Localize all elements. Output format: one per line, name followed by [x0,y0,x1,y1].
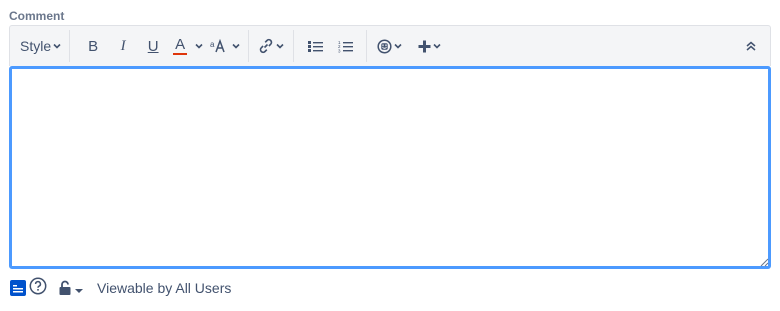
chevron-down-icon [195,43,203,49]
text-effects-icon: a [210,39,225,53]
emoji-button[interactable] [373,32,405,60]
unlock-icon [59,280,71,295]
svg-text:a: a [210,40,215,49]
more-formatting-button[interactable]: a [208,32,242,60]
italic-label: I [120,37,126,54]
link-button[interactable] [255,32,287,60]
plus-icon [418,40,431,52]
visibility-dropdown[interactable] [59,280,83,296]
resize-handle-icon[interactable] [759,257,769,267]
underline-label: U [147,37,159,55]
editor-toolbar: Style B I U A a 1 2 3 [9,25,771,66]
numbered-list-icon: 1 2 3 [338,40,353,53]
link-icon [259,38,273,54]
text-mode-icon [13,285,23,293]
comment-textarea[interactable] [9,66,771,269]
chevron-down-icon [232,43,240,49]
text-color-icon: A [173,36,188,55]
numbered-list-button[interactable]: 1 2 3 [330,32,360,60]
emoji-icon [377,38,392,54]
chevron-down-icon [433,43,441,49]
bold-label: B [88,37,99,55]
style-dropdown[interactable]: Style [14,32,65,60]
bullet-list-icon [307,40,323,52]
style-label: Style [20,38,52,54]
chevron-down-icon [394,43,402,49]
text-mode-toggle[interactable] [10,280,26,296]
italic-button[interactable]: I [108,32,138,60]
comment-label: Comment [9,9,65,23]
comment-footer: Viewable by All Users [9,277,409,299]
toolbar-divider [366,30,368,62]
comment-field: Comment Style B I U A a 1 2 3 Viewable b… [9,8,771,296]
chevron-down-icon [53,43,61,49]
visibility-label: Viewable by All Users [97,280,232,296]
underline-button[interactable]: U [138,32,168,60]
text-color-swatch [173,53,188,55]
toolbar-divider [293,30,295,62]
svg-text:3: 3 [338,48,341,53]
toolbar-divider [69,30,71,62]
toolbar-divider [248,30,250,62]
chevron-down-icon [276,43,284,49]
chevron-double-up-icon [746,41,756,51]
bullet-list-button[interactable] [300,32,330,60]
help-button[interactable] [29,277,47,300]
collapse-toolbar-button[interactable] [736,32,766,60]
bold-button[interactable]: B [78,32,108,60]
insert-more-button[interactable] [411,32,447,60]
text-color-button[interactable]: A [168,32,208,60]
text-color-label: A [175,36,186,53]
help-icon [29,277,47,294]
caret-down-icon [75,289,83,293]
